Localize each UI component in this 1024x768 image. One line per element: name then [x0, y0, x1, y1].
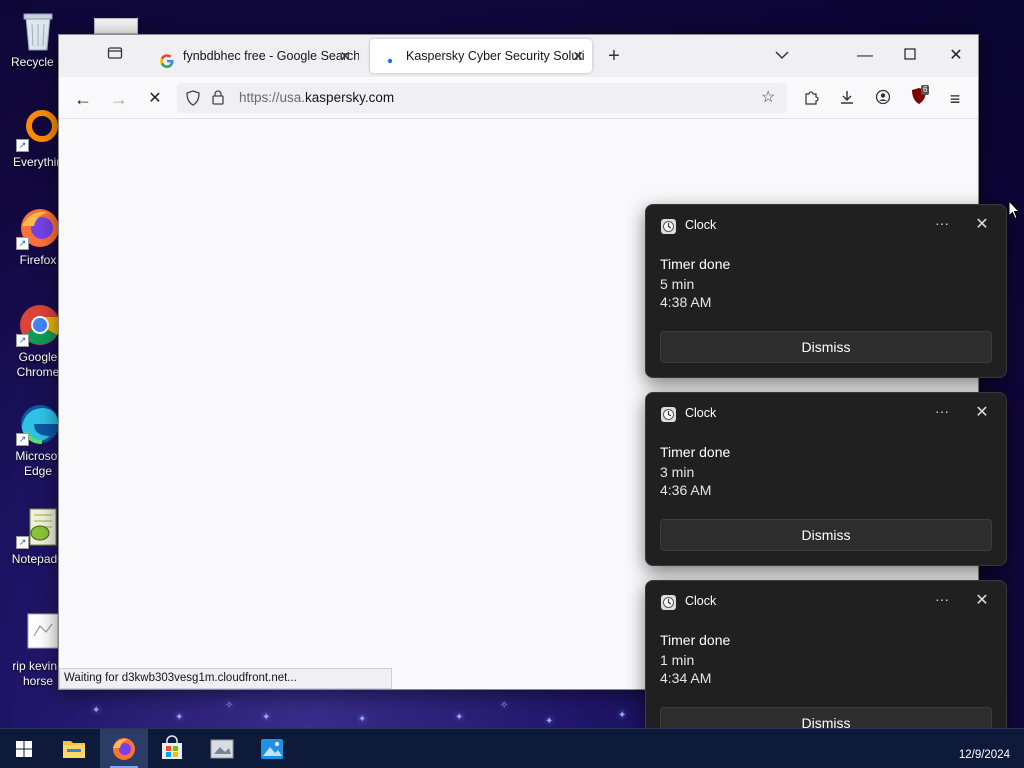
- close-notification-icon[interactable]: ✕: [970, 401, 994, 425]
- taskbar-image-file[interactable]: [198, 729, 246, 768]
- taskbar-file-explorer[interactable]: [50, 729, 98, 768]
- notification-title: Timer done: [660, 444, 731, 460]
- notification-toast[interactable]: Clock ··· ✕ Timer done 3 min 4:36 AM Dis…: [645, 392, 1007, 566]
- close-icon: ✕: [949, 47, 963, 64]
- firefox-icon: ↗: [16, 206, 60, 250]
- url-domain: kaspersky.com: [305, 90, 395, 105]
- back-button[interactable]: ←: [69, 85, 97, 113]
- start-button[interactable]: [0, 729, 48, 768]
- notepadpp-icon: ↗: [16, 505, 60, 549]
- list-all-tabs-button[interactable]: [769, 43, 795, 69]
- shortcut-arrow-icon: ↗: [16, 334, 29, 347]
- notification-app-name: Clock: [685, 406, 717, 420]
- loading-dot-icon: [382, 48, 398, 64]
- navigation-toolbar: ← → ✕ https://usa.kaspersky.com ☆ 6 ≡: [59, 77, 978, 119]
- microsoft-store-icon: [162, 735, 182, 759]
- account-icon: [875, 89, 891, 109]
- tab-title: fynbdbhec free - Google Search: [183, 49, 359, 63]
- chrome-icon: ↗: [16, 303, 60, 347]
- image-file-icon: [16, 612, 60, 656]
- new-tab-button[interactable]: +: [601, 43, 627, 69]
- account-button[interactable]: [869, 85, 897, 113]
- notification-app-name: Clock: [685, 594, 717, 608]
- maximize-button[interactable]: [897, 43, 923, 69]
- photos-icon: [261, 739, 283, 759]
- firefox-icon: [113, 738, 135, 760]
- clock-app-icon: [660, 594, 677, 611]
- more-options-icon[interactable]: ···: [930, 213, 954, 237]
- app-menu-button[interactable]: ≡: [941, 85, 969, 113]
- close-tab-icon[interactable]: ✕: [339, 39, 351, 73]
- plus-icon: +: [608, 45, 620, 67]
- close-notification-icon[interactable]: ✕: [970, 213, 994, 237]
- shield-icon: [185, 83, 201, 113]
- shortcut-arrow-icon: ↗: [16, 139, 29, 152]
- notification-time: 4:36 AM: [660, 482, 712, 498]
- notification-time: 4:34 AM: [660, 670, 712, 686]
- edge-icon: ↗: [16, 402, 60, 446]
- chevron-down-icon: [775, 48, 789, 63]
- more-options-icon[interactable]: ···: [930, 589, 954, 613]
- url-text: https://usa.kaspersky.com: [239, 83, 394, 113]
- recycle-bin-icon: [16, 8, 60, 52]
- notification-toast[interactable]: Clock ··· ✕ Timer done 5 min 4:38 AM Dis…: [645, 204, 1007, 378]
- shortcut-arrow-icon: ↗: [16, 237, 29, 250]
- minimize-icon: —: [857, 47, 873, 64]
- dismiss-button[interactable]: Dismiss: [660, 331, 992, 363]
- clock-app-icon: [660, 218, 677, 235]
- arrow-right-icon: →: [110, 89, 128, 109]
- download-icon: [839, 89, 855, 109]
- minimize-button[interactable]: —: [852, 43, 878, 69]
- google-icon: [159, 48, 175, 68]
- extensions-button[interactable]: [797, 85, 825, 113]
- notification-duration: 3 min: [660, 464, 695, 480]
- bookmark-star-icon[interactable]: ☆: [761, 83, 775, 113]
- everything-icon: ↗: [16, 108, 60, 152]
- url-prefix: https://usa.: [239, 90, 306, 105]
- shortcut-arrow-icon: ↗: [16, 536, 29, 549]
- dismiss-button[interactable]: Dismiss: [660, 519, 992, 551]
- notification-time: 4:38 AM: [660, 294, 712, 310]
- taskbar-microsoft-store[interactable]: [148, 729, 196, 768]
- notification-duration: 1 min: [660, 652, 695, 668]
- taskbar-firefox[interactable]: [100, 729, 148, 768]
- file-explorer-icon: [63, 741, 85, 758]
- close-tab-icon[interactable]: ✕: [572, 39, 584, 73]
- tab-kaspersky[interactable]: Kaspersky Cyber Security Soluti ✕: [370, 39, 592, 73]
- maximize-icon: [904, 47, 916, 64]
- close-notification-icon[interactable]: ✕: [970, 589, 994, 613]
- start-icon: [16, 741, 32, 757]
- taskbar: 12/9/2024: [0, 728, 1024, 768]
- desktop-icon-partial[interactable]: [94, 18, 138, 34]
- shortcut-arrow-icon: ↗: [16, 433, 29, 446]
- ublock-origin-button[interactable]: 6: [905, 85, 933, 113]
- status-bar: Waiting for d3kwb303vesg1m.cloudfront.ne…: [59, 668, 392, 689]
- stop-loading-icon: ✕: [148, 90, 162, 107]
- stop-button[interactable]: ✕: [141, 85, 169, 113]
- tab-google-search[interactable]: fynbdbhec free - Google Search ✕: [147, 39, 359, 73]
- forward-button[interactable]: →: [105, 85, 133, 113]
- tab-title: Kaspersky Cyber Security Soluti: [406, 49, 585, 63]
- hamburger-menu-icon: ≡: [949, 89, 961, 109]
- tab-bar: fynbdbhec free - Google Search ✕ Kaspers…: [59, 35, 978, 77]
- lock-icon: [211, 83, 225, 113]
- more-options-icon[interactable]: ···: [930, 401, 954, 425]
- arrow-left-icon: ←: [74, 89, 92, 109]
- clock-app-icon: [660, 406, 677, 423]
- address-bar[interactable]: https://usa.kaspersky.com ☆: [177, 83, 787, 113]
- firefox-view-icon: [107, 47, 123, 59]
- mouse-cursor-icon: [1008, 199, 1021, 223]
- firefox-view-button[interactable]: [103, 45, 127, 67]
- taskbar-date: 12/9/2024: [958, 749, 1010, 761]
- taskbar-photos[interactable]: [248, 729, 296, 768]
- notification-title: Timer done: [660, 632, 731, 648]
- downloads-button[interactable]: [833, 85, 861, 113]
- image-file-icon: [210, 739, 234, 759]
- close-window-button[interactable]: ✕: [943, 43, 969, 69]
- notification-title: Timer done: [660, 256, 731, 272]
- extension-badge: 6: [921, 85, 930, 95]
- notification-duration: 5 min: [660, 276, 695, 292]
- notification-app-name: Clock: [685, 218, 717, 232]
- puzzle-icon: [803, 89, 819, 109]
